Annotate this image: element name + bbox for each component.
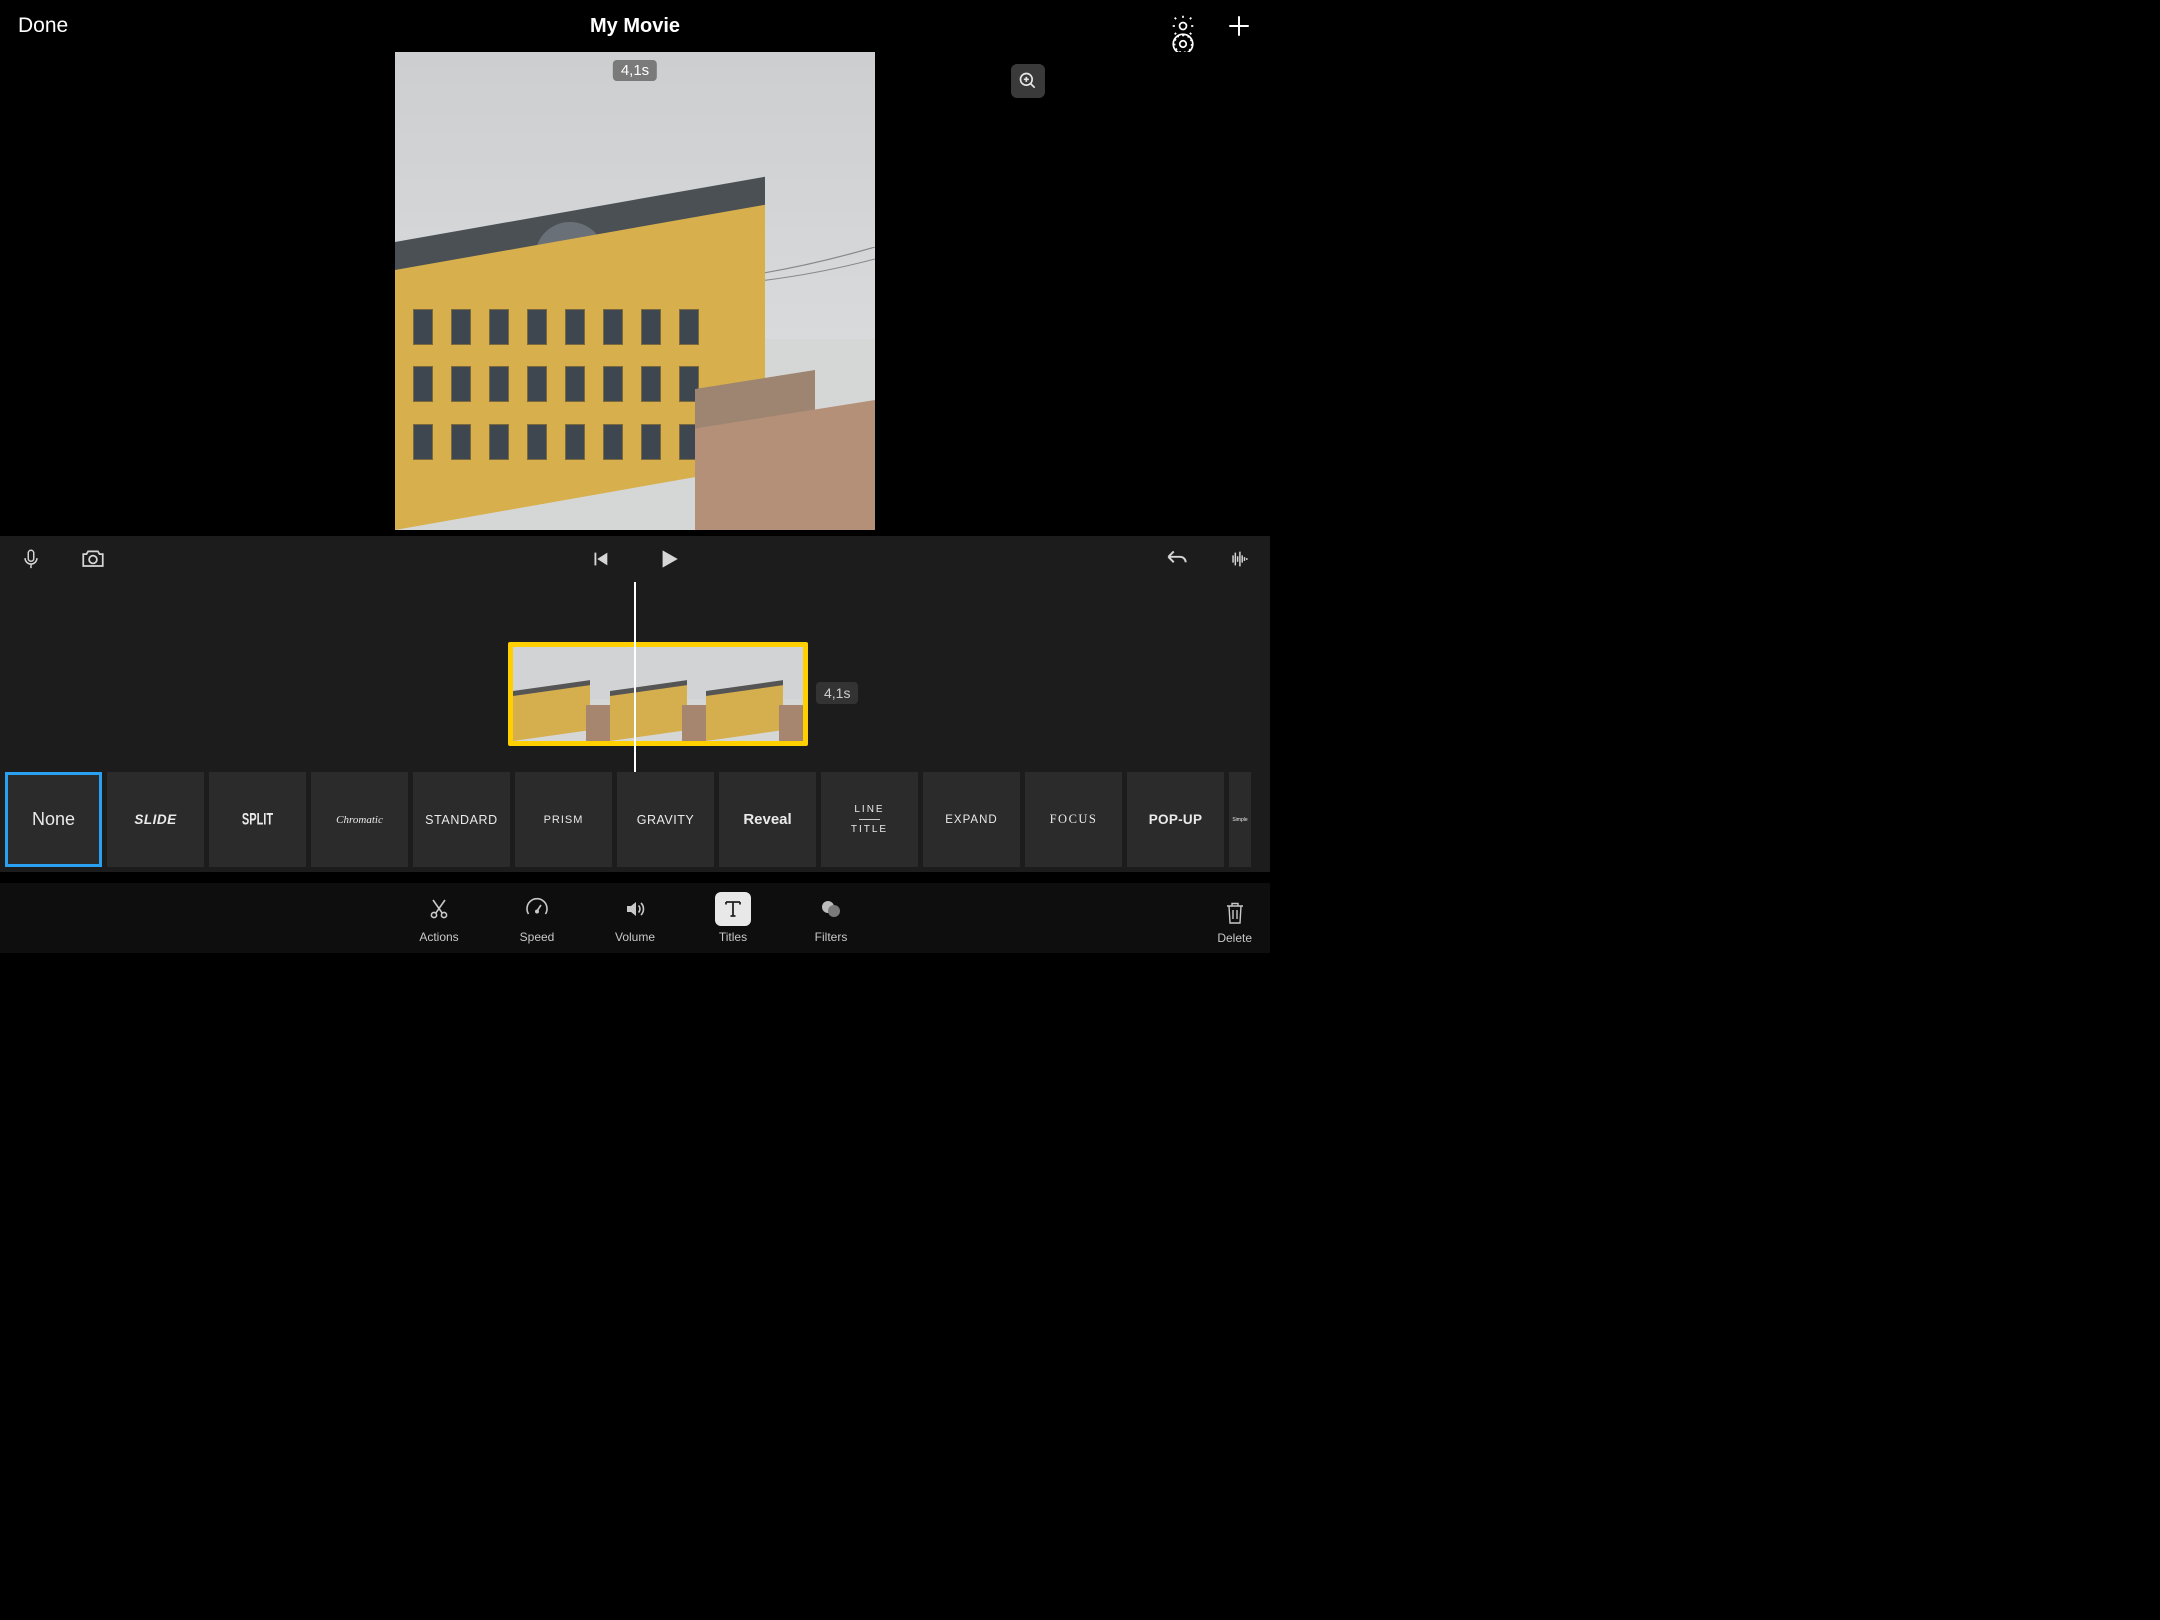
camera-icon[interactable] — [80, 546, 106, 572]
clip-duration-badge: 4,1s — [613, 60, 657, 81]
timeline[interactable]: 4,1s — [0, 582, 1270, 772]
title-style-label: LINETITLE — [851, 802, 888, 837]
title-style-label: EXPAND — [945, 814, 997, 826]
project-title: My Movie — [590, 15, 680, 38]
play-icon[interactable] — [655, 546, 681, 572]
video-preview — [395, 52, 875, 530]
title-style-prism[interactable]: PRISM — [515, 772, 612, 867]
timeline-clip[interactable] — [508, 642, 808, 746]
zoom-in-icon[interactable] — [1011, 64, 1045, 98]
title-style-slide[interactable]: SLIDE — [107, 772, 204, 867]
title-style-standard[interactable]: STANDARD — [413, 772, 510, 867]
microphone-icon[interactable] — [20, 548, 42, 570]
preview-canvas[interactable]: 4,1s — [0, 52, 1270, 536]
audio-waveform-icon[interactable] — [1228, 548, 1250, 570]
title-style-expand[interactable]: EXPAND — [923, 772, 1020, 867]
title-style-none[interactable]: None — [5, 772, 102, 867]
filters-circles-icon — [819, 897, 843, 921]
timeline-clip-duration: 4,1s — [816, 682, 858, 704]
done-button[interactable]: Done — [18, 14, 68, 38]
title-style-focus[interactable]: FOCUS — [1025, 772, 1122, 867]
tool-label: Titles — [719, 930, 747, 944]
tool-titles[interactable]: Titles — [704, 892, 762, 944]
title-style-simple[interactable]: Simple — [1229, 772, 1251, 867]
tool-label: Speed — [520, 930, 555, 944]
undo-icon[interactable] — [1164, 546, 1190, 572]
add-media-icon[interactable] — [1226, 13, 1252, 39]
title-style-label: SLIDE — [134, 812, 176, 827]
tool-volume[interactable]: Volume — [606, 892, 664, 944]
title-style-popup[interactable]: POP-UP — [1127, 772, 1224, 867]
title-style-split[interactable]: SPLIT — [209, 772, 306, 867]
title-style-chromatic[interactable]: Chromatic — [311, 772, 408, 867]
playhead[interactable] — [634, 582, 636, 772]
tool-speed[interactable]: Speed — [508, 892, 566, 944]
title-style-gravity[interactable]: GRAVITY — [617, 772, 714, 867]
trash-icon — [1223, 899, 1247, 927]
title-style-label: Reveal — [743, 811, 791, 828]
settings-gear-icon[interactable] — [1170, 13, 1196, 39]
title-style-label: None — [32, 809, 75, 830]
speaker-icon — [623, 897, 647, 921]
title-style-label: Simple — [1232, 817, 1247, 823]
title-style-label: Chromatic — [336, 814, 383, 826]
title-style-reveal[interactable]: Reveal — [719, 772, 816, 867]
speedometer-icon — [525, 897, 549, 921]
scissors-icon — [427, 897, 451, 921]
divider — [0, 873, 1270, 874]
tool-delete[interactable]: Delete — [1217, 899, 1252, 945]
title-style-label: STANDARD — [425, 813, 498, 827]
title-style-label: POP-UP — [1149, 812, 1203, 827]
title-t-icon — [721, 897, 745, 921]
title-style-label: FOCUS — [1050, 812, 1098, 827]
title-style-line[interactable]: LINETITLE — [821, 772, 918, 867]
tool-label: Delete — [1217, 931, 1252, 945]
tool-label: Volume — [615, 930, 655, 944]
tool-label: Filters — [815, 930, 848, 944]
title-style-label: SPLIT — [242, 811, 273, 829]
title-styles-strip[interactable]: None SLIDE SPLIT Chromatic STANDARD PRIS… — [0, 772, 1270, 872]
title-style-label: GRAVITY — [637, 813, 694, 827]
skip-to-start-icon[interactable] — [589, 548, 611, 570]
title-style-label: PRISM — [544, 814, 584, 826]
tool-actions[interactable]: Actions — [410, 892, 468, 944]
tool-label: Actions — [419, 930, 458, 944]
tool-filters[interactable]: Filters — [802, 892, 860, 944]
